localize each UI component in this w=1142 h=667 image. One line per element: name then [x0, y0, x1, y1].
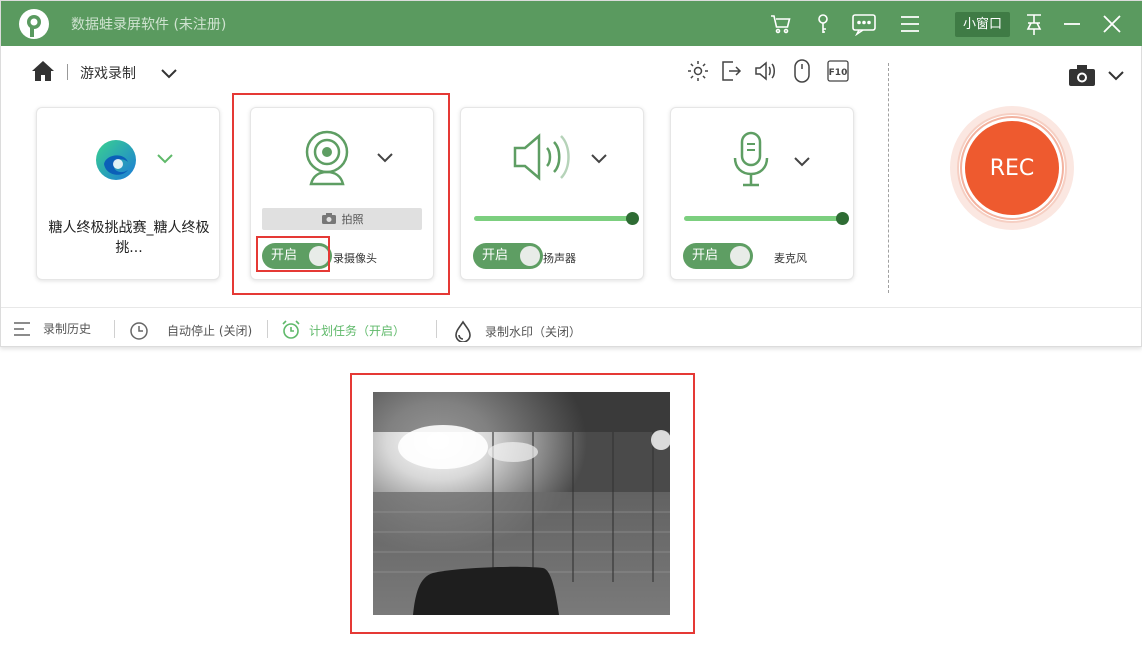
history-button[interactable]: 录制历史: [13, 320, 91, 337]
mic-toggle-label: 开启: [692, 248, 719, 263]
rec-button[interactable]: REC: [965, 121, 1059, 215]
watermark-label: 录制水印（关闭）: [485, 324, 582, 339]
mini-window-button[interactable]: 小窗口: [955, 12, 1011, 37]
bottom-bar: 录制历史 自动停止 (关闭) 计划任务（开启） 录制水印（关闭）: [1, 307, 1141, 347]
speaker-toggle-label: 开启: [482, 248, 509, 263]
key-icon[interactable]: [809, 10, 837, 38]
recorder-window: 数据蛙录屏软件 (未注册) 小窗口 游戏录制 F10 糖人终极挑战赛_糖人终极挑…: [0, 0, 1142, 347]
bottom-divider: [436, 320, 437, 338]
toggle-knob: [730, 246, 750, 266]
chevron-down-icon[interactable]: [791, 151, 813, 173]
auto-stop-button[interactable]: 自动停止 (关闭): [129, 320, 252, 340]
app-logo-icon: [19, 9, 49, 39]
mode-label[interactable]: 游戏录制: [80, 63, 136, 83]
water-drop-icon: [455, 320, 471, 342]
history-label: 录制历史: [43, 322, 92, 336]
mic-toggle[interactable]: 开启: [683, 243, 753, 269]
menu-icon[interactable]: [896, 10, 924, 38]
webcam-preview-image: [373, 392, 670, 615]
webcam-toggle-highlight-box: [256, 236, 330, 272]
mic-caption: 麦克风: [774, 252, 807, 265]
settings-icon[interactable]: [685, 58, 711, 84]
f10-icon[interactable]: F10: [825, 58, 851, 84]
speaker-volume-handle[interactable]: [626, 212, 639, 225]
webcam-preview-picture: [373, 392, 670, 615]
close-icon[interactable]: [1098, 10, 1126, 38]
game-window-label: 糖人终极挑战赛_糖人终极挑...: [48, 220, 210, 256]
pin-icon[interactable]: [1020, 10, 1048, 38]
clock-icon: [130, 322, 148, 340]
chevron-down-icon[interactable]: [588, 148, 610, 170]
bottom-divider: [114, 320, 115, 338]
bottom-divider: [267, 320, 268, 338]
export-icon[interactable]: [718, 58, 744, 84]
home-icon[interactable]: [31, 59, 55, 83]
schedule-button[interactable]: 计划任务（开启）: [281, 320, 405, 340]
chevron-down-icon[interactable]: [154, 148, 176, 170]
schedule-label: 计划任务（开启）: [309, 323, 406, 338]
watermark-button[interactable]: 录制水印（关闭）: [453, 320, 581, 342]
app-title: 数据蛙录屏软件 (未注册): [71, 17, 227, 33]
toggle-knob: [520, 246, 540, 266]
title-bar: 数据蛙录屏软件 (未注册) 小窗口: [1, 1, 1142, 46]
speaker-card: 开启 扬声器: [460, 107, 644, 280]
cart-icon[interactable]: [767, 10, 795, 38]
chevron-down-icon[interactable]: [159, 63, 179, 83]
speaker-icon[interactable]: [753, 58, 779, 84]
microphone-icon: [733, 131, 769, 187]
speaker-toggle[interactable]: 开启: [473, 243, 543, 269]
chat-icon[interactable]: [850, 10, 878, 38]
minimize-icon[interactable]: [1058, 10, 1086, 38]
edge-browser-icon: [96, 140, 136, 180]
microphone-card: 开启 麦克风: [670, 107, 854, 280]
screenshot-camera-icon[interactable]: [1067, 64, 1097, 88]
mic-volume-handle[interactable]: [836, 212, 849, 225]
game-window-card[interactable]: 糖人终极挑战赛_糖人终极挑...: [36, 107, 220, 280]
speaker-caption: 扬声器: [543, 252, 576, 265]
rec-label: REC: [989, 155, 1035, 181]
speaker-volume-icon: [513, 133, 570, 181]
chevron-down-icon[interactable]: [1105, 65, 1127, 87]
section-divider: [888, 63, 889, 293]
mic-volume-slider[interactable]: [684, 216, 842, 221]
speaker-volume-slider[interactable]: [474, 216, 632, 221]
list-icon: [14, 321, 30, 336]
svg-text:F10: F10: [829, 68, 848, 78]
auto-stop-label: 自动停止 (关闭): [167, 323, 253, 338]
toolbar-divider: [67, 64, 68, 80]
mouse-icon[interactable]: [789, 58, 815, 84]
alarm-clock-icon: [282, 320, 300, 339]
